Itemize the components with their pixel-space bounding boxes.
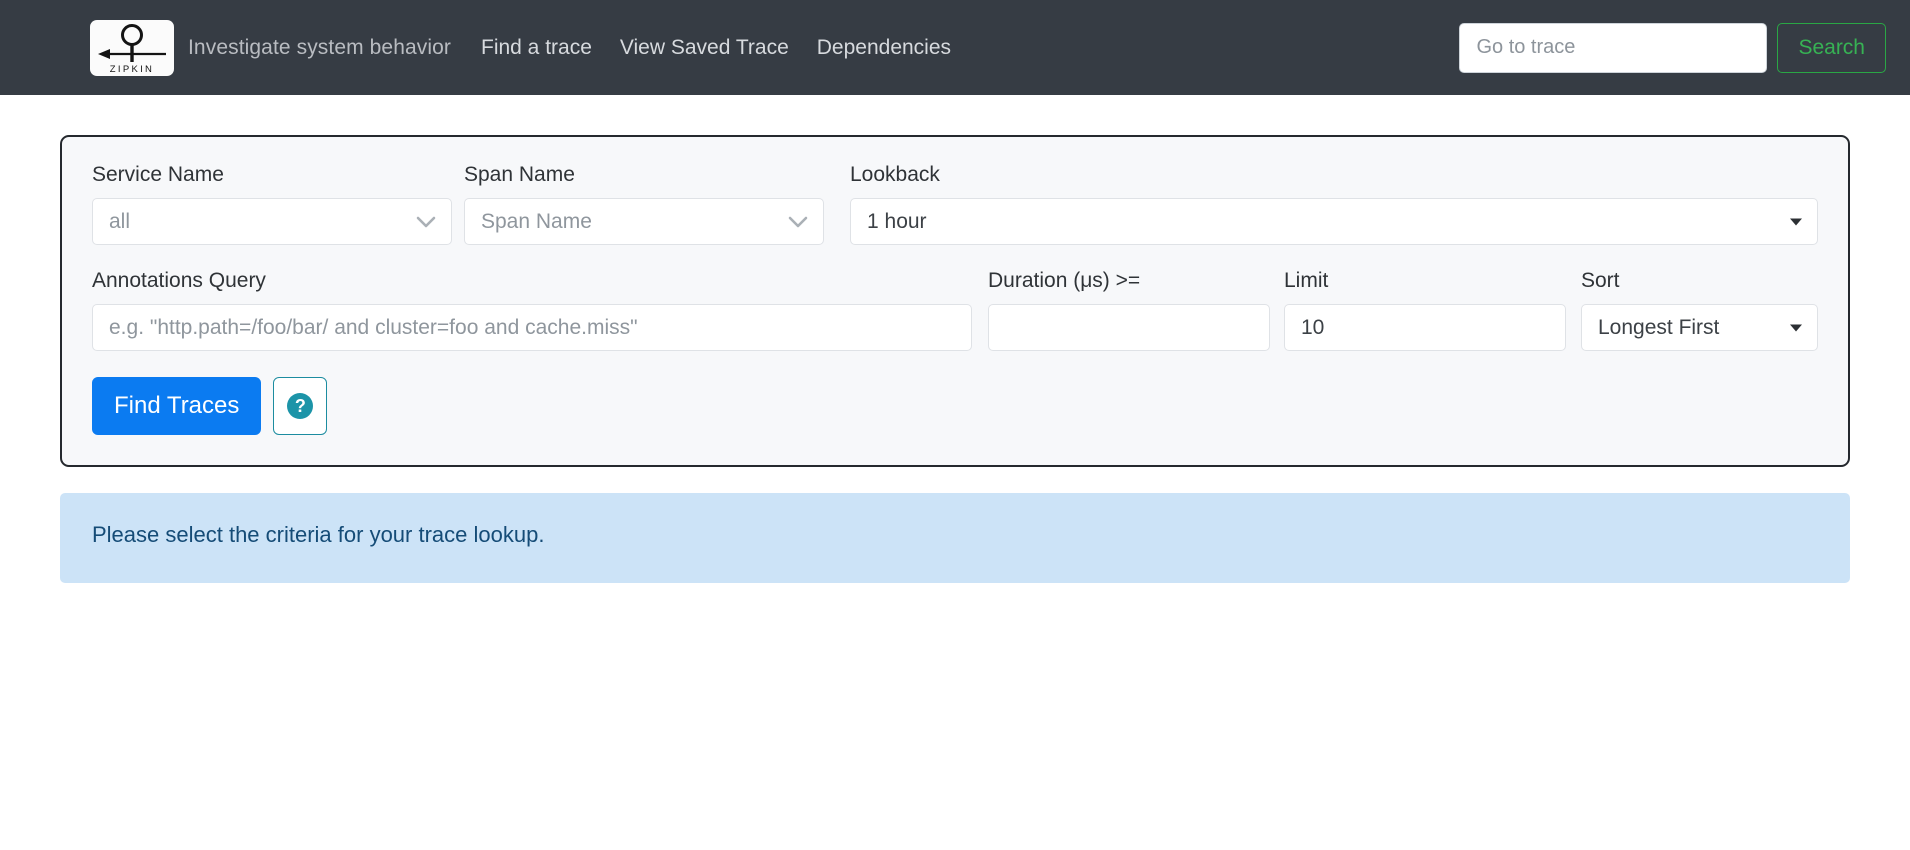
search-button[interactable]: Search bbox=[1777, 22, 1886, 73]
limit-field: Limit bbox=[1284, 269, 1566, 351]
nav-link-view-saved-trace[interactable]: View Saved Trace bbox=[620, 36, 789, 60]
span-name-select[interactable]: Span Name bbox=[464, 198, 824, 245]
sort-value[interactable]: Longest First bbox=[1581, 304, 1818, 351]
zipkin-logo[interactable]: ZIPKIN bbox=[90, 19, 174, 76]
sort-label: Sort bbox=[1581, 269, 1620, 292]
service-name-value[interactable]: all bbox=[92, 198, 452, 245]
info-banner: Please select the criteria for your trac… bbox=[60, 493, 1850, 583]
annotations-query-field: Annotations Query bbox=[92, 269, 972, 351]
question-mark-icon: ? bbox=[287, 393, 314, 419]
go-to-trace-input[interactable] bbox=[1459, 22, 1768, 73]
annotations-query-input[interactable] bbox=[92, 304, 972, 351]
form-actions: Find Traces ? bbox=[92, 377, 1818, 435]
service-name-label: Service Name bbox=[92, 163, 224, 186]
annotations-query-label: Annotations Query bbox=[92, 269, 266, 292]
service-name-select[interactable]: all bbox=[92, 198, 452, 245]
limit-input[interactable] bbox=[1284, 304, 1566, 351]
span-name-label: Span Name bbox=[464, 163, 575, 186]
lookback-value[interactable]: 1 hour bbox=[850, 198, 1818, 245]
brand[interactable]: ZIPKIN Investigate system behavior bbox=[90, 19, 451, 76]
sort-select[interactable]: Longest First bbox=[1581, 304, 1818, 351]
span-name-field: Span Name Span Name bbox=[464, 163, 824, 245]
duration-label: Duration (μs) >= bbox=[988, 269, 1141, 292]
span-name-value[interactable]: Span Name bbox=[464, 198, 824, 245]
lookback-field: Lookback 1 hour bbox=[850, 163, 1818, 245]
svg-text:ZIPKIN: ZIPKIN bbox=[110, 64, 154, 75]
nav-link-find-a-trace[interactable]: Find a trace bbox=[481, 36, 592, 60]
trace-lookup-group: Search bbox=[1459, 22, 1886, 73]
lookback-label: Lookback bbox=[850, 163, 940, 186]
form-row-2: Annotations Query Duration (μs) >= Limit… bbox=[92, 269, 1818, 351]
duration-input[interactable] bbox=[988, 304, 1270, 351]
page-body: Service Name all Span Name Span Name Loo… bbox=[0, 135, 1910, 583]
sort-field: Sort Longest First bbox=[1581, 269, 1818, 351]
info-banner-message: Please select the criteria for your trac… bbox=[92, 522, 545, 547]
top-navigation-bar: ZIPKIN Investigate system behavior Find … bbox=[0, 0, 1910, 95]
trace-search-form: Service Name all Span Name Span Name Loo… bbox=[60, 135, 1850, 467]
lookback-select[interactable]: 1 hour bbox=[850, 198, 1818, 245]
service-name-field: Service Name all bbox=[92, 163, 452, 245]
zipkin-logo-icon: ZIPKIN bbox=[98, 23, 166, 75]
help-button[interactable]: ? bbox=[273, 377, 328, 435]
brand-tagline: Investigate system behavior bbox=[188, 35, 451, 59]
form-row-1: Service Name all Span Name Span Name Loo… bbox=[92, 163, 1818, 245]
limit-label: Limit bbox=[1284, 269, 1329, 292]
duration-field: Duration (μs) >= bbox=[988, 269, 1270, 351]
nav-links: Find a trace View Saved Trace Dependenci… bbox=[481, 36, 951, 60]
nav-link-dependencies[interactable]: Dependencies bbox=[817, 36, 951, 60]
find-traces-button[interactable]: Find Traces bbox=[92, 377, 262, 435]
